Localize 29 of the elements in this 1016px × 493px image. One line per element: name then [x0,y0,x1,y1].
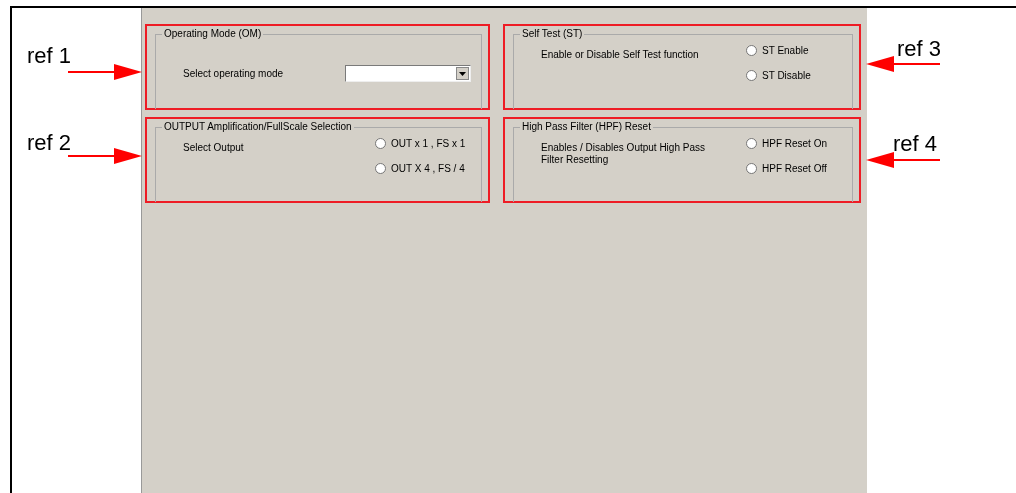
radio-button[interactable] [375,138,386,149]
radio-button[interactable] [375,163,386,174]
radio-label[interactable]: OUT x 1 , FS x 1 [391,138,466,149]
reference-label: ref 1 [27,44,72,68]
description-label: Select operating mode [183,67,284,80]
arrow-icon [866,151,940,169]
arrow-icon [68,147,142,165]
radio-button[interactable] [746,45,757,56]
radio-button[interactable] [746,163,757,174]
description-label: Enables / Disables Output High Pass Filter Resetting [541,142,706,167]
arrow-icon [68,63,142,81]
radio-button[interactable] [746,138,757,149]
group-title: Operating Mode (OM) [162,27,264,41]
reference-label: ref 3 [897,37,942,61]
radio-label[interactable]: HPF Reset Off [762,163,827,174]
description-label: Select Output [183,142,244,155]
group-title: High Pass Filter (HPF) Reset [520,120,653,134]
arrow-icon [866,55,940,73]
reference-label: ref 2 [27,131,72,155]
radio-label[interactable]: OUT X 4 , FS / 4 [391,163,465,174]
reference-label: ref 4 [893,132,938,156]
description-label: Enable or Disable Self Test function [541,49,699,62]
radio-button[interactable] [746,70,757,81]
mode-dropdown[interactable] [345,65,471,82]
radio-label[interactable]: ST Disable [762,70,811,81]
group-title: Self Test (ST) [520,27,585,41]
group-title: OUTPUT Amplification/FullScale Selection [162,120,354,134]
radio-label[interactable]: HPF Reset On [762,138,828,149]
radio-label[interactable]: ST Enable [762,45,809,56]
